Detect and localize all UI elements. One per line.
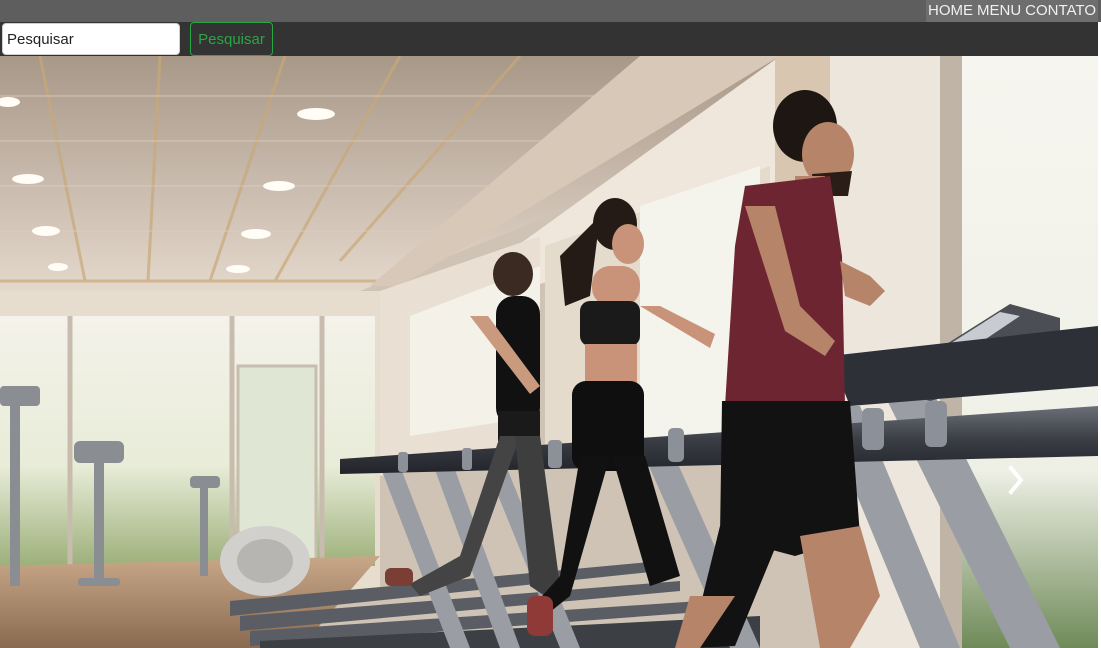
search-input[interactable] — [2, 23, 180, 55]
nav-home-link[interactable]: HOME — [928, 2, 973, 19]
search-button[interactable]: Pesquisar — [190, 22, 273, 56]
search-bar: Pesquisar — [0, 22, 1098, 56]
nav-menu-link[interactable]: MENU — [977, 2, 1021, 19]
nav-contato-link[interactable]: CONTATO — [1025, 2, 1096, 19]
hero-image — [0, 56, 1098, 648]
top-bar: HOME MENU CONTATO — [0, 0, 1101, 22]
top-nav: HOME MENU CONTATO — [925, 0, 1098, 22]
chevron-right-icon[interactable] — [1002, 460, 1030, 500]
hero-carousel — [0, 56, 1098, 648]
